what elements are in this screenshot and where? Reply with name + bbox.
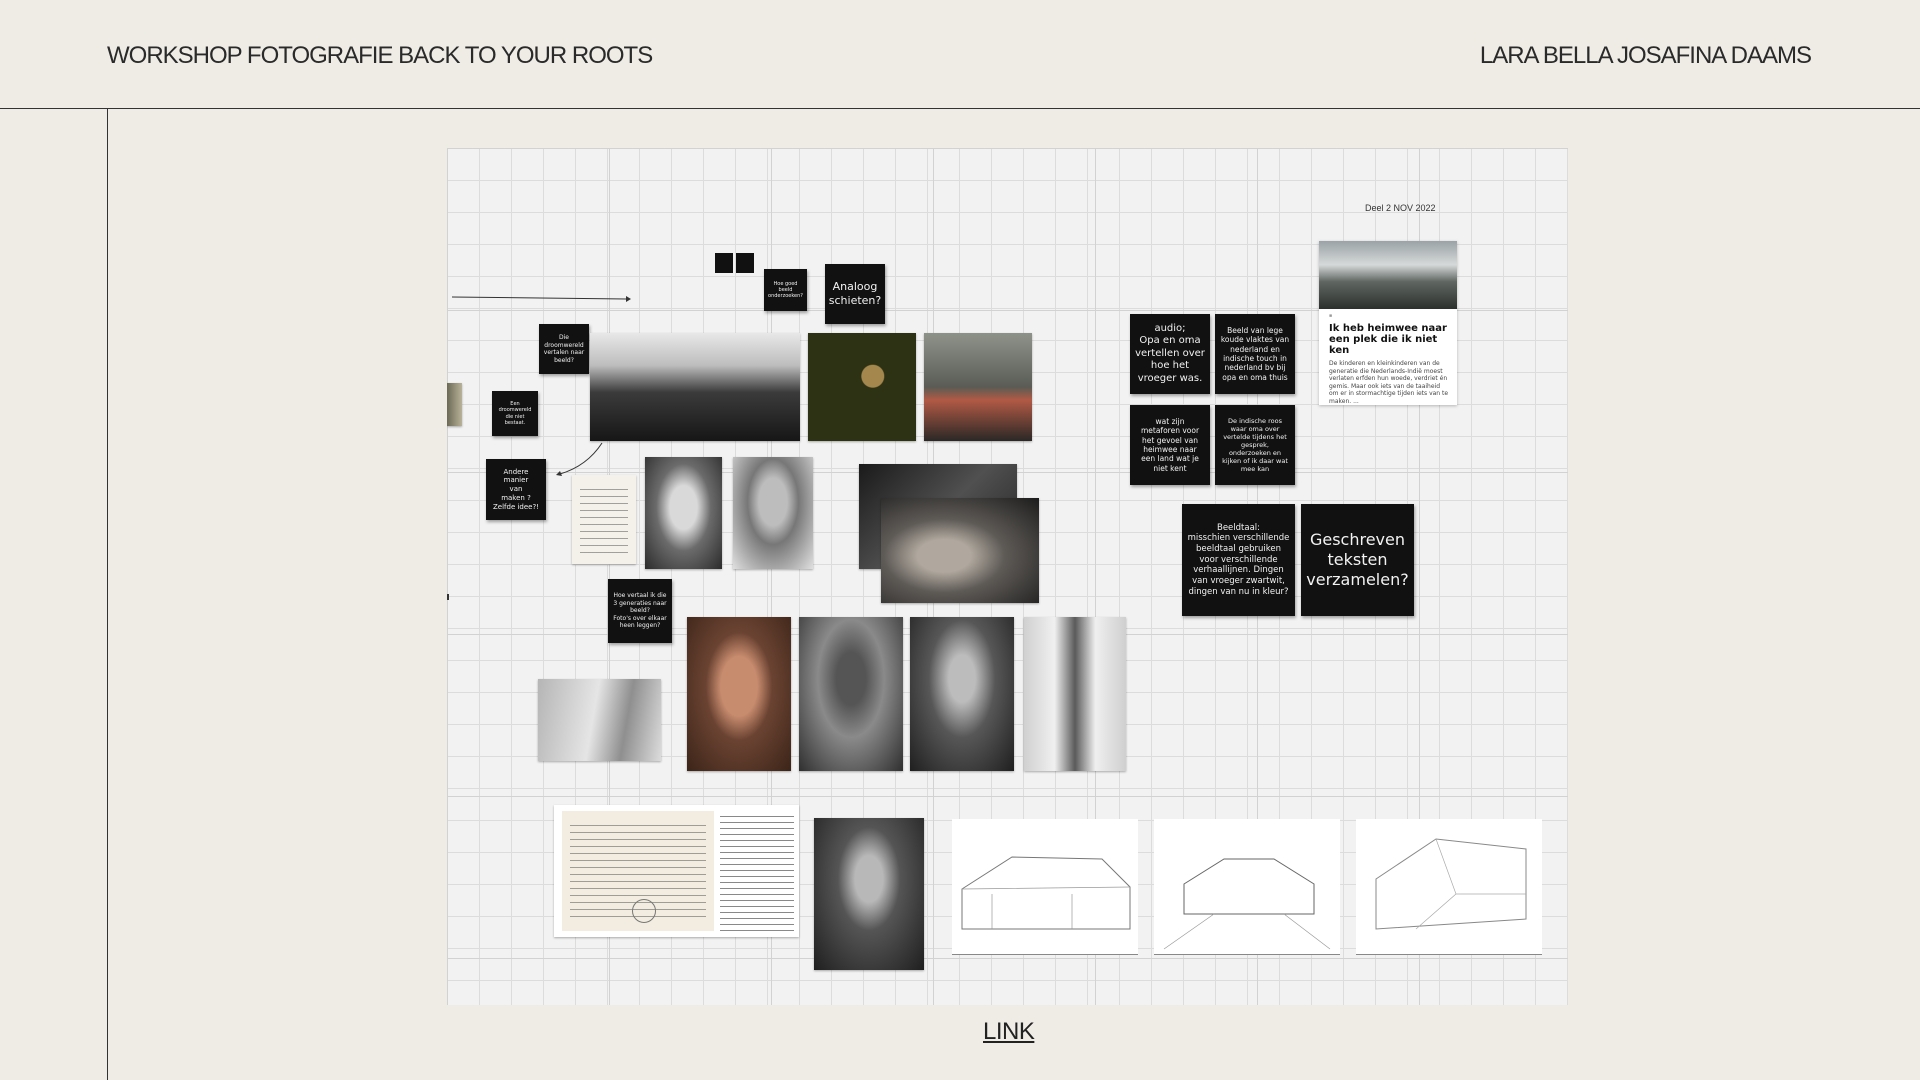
photo-woman-batik[interactable] xyxy=(687,617,791,771)
square-marker-1 xyxy=(715,253,733,273)
sticky-note-een-droomwereld[interactable]: Een droomwereld die niet bestaat. xyxy=(492,391,538,436)
sticky-note-andere-manier[interactable]: Andere manier van maken ? Zelfde idee?! xyxy=(486,459,546,520)
sticky-note-metaforen[interactable]: wat zijn metaforen voor het gevoel van h… xyxy=(1130,405,1210,485)
newspaper-article-card[interactable]: ■ Ik heb heimwee naar een plek die ik ni… xyxy=(1319,241,1457,405)
left-margin-line xyxy=(107,108,108,1080)
photo-blurred-portrait-1[interactable] xyxy=(799,617,903,771)
photo-woman-sofa[interactable] xyxy=(924,333,1032,441)
sticky-note-analoog[interactable]: Analoog schieten? xyxy=(825,264,885,324)
square-marker-2 xyxy=(736,253,754,273)
article-source-icon: ■ xyxy=(1329,313,1333,319)
moodboard-canvas[interactable]: Hoe goed beeld onderzoeken? Analoog schi… xyxy=(447,148,1568,1005)
photo-blurred-portrait-2[interactable] xyxy=(910,617,1014,771)
photo-hands-front[interactable] xyxy=(881,498,1039,603)
handwritten-letter[interactable] xyxy=(572,475,636,564)
photo-fabric-fold[interactable] xyxy=(538,679,661,761)
sketch-house-1-drawing xyxy=(961,856,1131,930)
sketch-house-3-drawing xyxy=(1375,838,1527,930)
article-lead: De kinderen en kleinkinderen van de gene… xyxy=(1329,360,1449,405)
sticky-note-beeldtaal[interactable]: Beeldtaal: misschien verschillende beeld… xyxy=(1182,504,1295,616)
document-paper xyxy=(562,811,714,931)
scanned-document[interactable] xyxy=(554,805,799,937)
sticky-note-droomwereld[interactable]: Die droomwereld vertalen naar beeld? xyxy=(539,324,589,374)
article-image xyxy=(1319,241,1457,309)
sticky-note-geschreven[interactable]: Geschreven teksten verzamelen? xyxy=(1301,504,1414,616)
sketch-house-3[interactable] xyxy=(1356,819,1542,955)
header-title-left: WORKSHOP FOTOGRAFIE BACK TO YOUR ROOTS xyxy=(107,42,653,69)
sticky-note-audio[interactable]: audio; Opa en oma vertellen over hoe het… xyxy=(1130,314,1210,394)
photo-grandmother-portrait[interactable] xyxy=(645,457,722,569)
photo-soldier-portrait[interactable] xyxy=(814,818,924,970)
photo-woman-mirror[interactable] xyxy=(808,333,916,441)
sticky-note-beeld-lege[interactable]: Beeld van lege koude vlaktes van nederla… xyxy=(1215,314,1295,394)
article-headline: Ik heb heimwee naar een plek die ik niet… xyxy=(1329,323,1447,356)
photo-grandfather-portrait[interactable] xyxy=(733,457,813,569)
sketch-house-1[interactable] xyxy=(952,819,1138,955)
sticky-note-hoe-goed[interactable]: Hoe goed beeld onderzoeken? xyxy=(764,269,807,311)
photo-blurred-portrait-3[interactable] xyxy=(1024,617,1126,771)
photo-tropical-house[interactable] xyxy=(590,333,800,441)
sketch-house-2-drawing xyxy=(1163,858,1331,950)
letter-writing xyxy=(580,483,628,556)
header-divider xyxy=(0,108,1920,109)
sticky-note-hoe-vertaal[interactable]: Hoe vertaal ik die 3 generaties naar bee… xyxy=(608,579,672,643)
moodboard-link[interactable]: LINK xyxy=(983,1018,1035,1046)
header-title-right: LARA BELLA JOSAFINA DAAMS xyxy=(1479,42,1812,69)
document-transcript xyxy=(720,811,794,931)
sticky-note-indische-roos[interactable]: De indische roos waar oma over vertelde … xyxy=(1215,405,1295,485)
date-label: Deel 2 NOV 2022 xyxy=(1365,203,1436,213)
document-stamp xyxy=(632,899,656,923)
sketch-house-2[interactable] xyxy=(1154,819,1340,955)
